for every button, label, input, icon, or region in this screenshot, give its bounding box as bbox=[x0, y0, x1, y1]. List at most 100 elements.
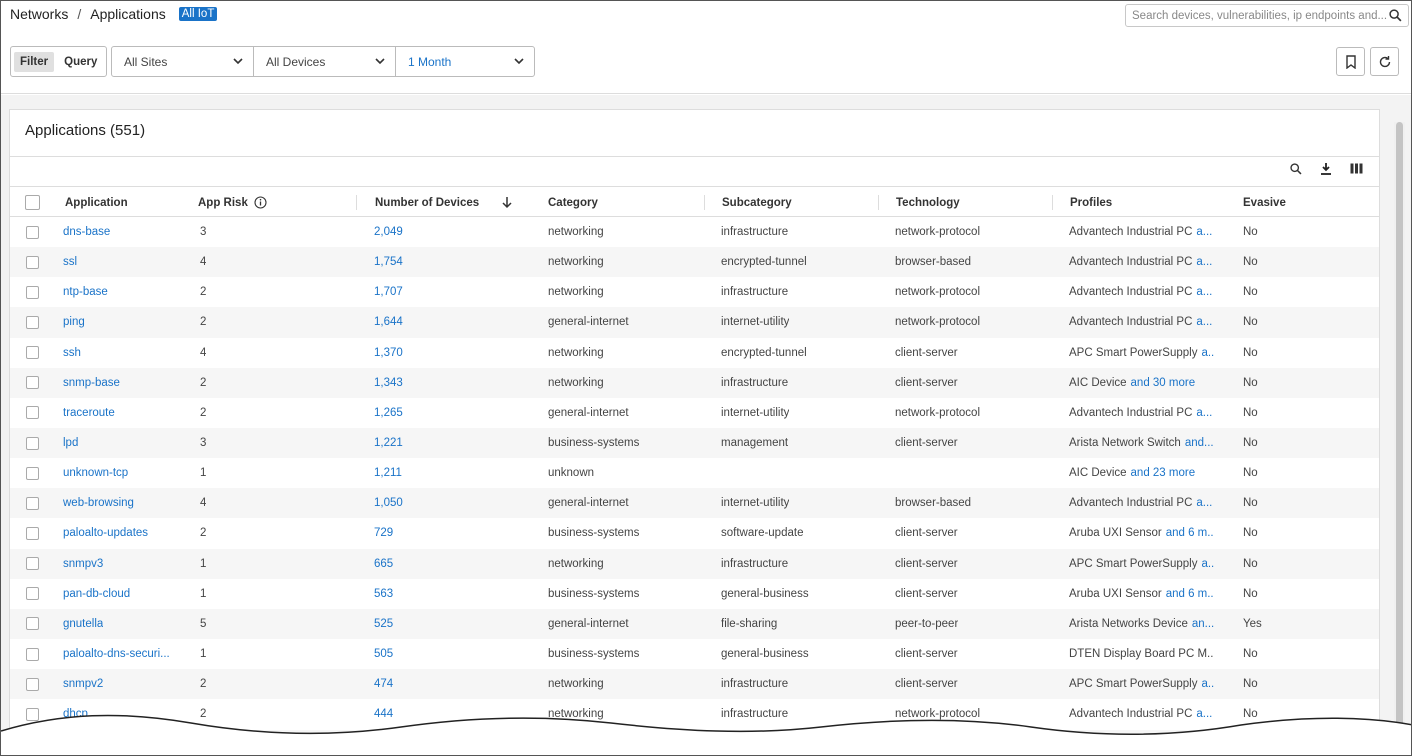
scrollbar-thumb[interactable] bbox=[1396, 122, 1403, 732]
profile-more-link[interactable]: a... bbox=[1201, 347, 1214, 359]
search-icon[interactable] bbox=[1290, 162, 1302, 175]
app-name[interactable]: unknown-tcp bbox=[63, 458, 128, 488]
search-input[interactable] bbox=[1132, 9, 1389, 22]
device-count[interactable]: 1,221 bbox=[374, 428, 403, 458]
info-icon[interactable] bbox=[254, 196, 267, 209]
devices-select[interactable]: All Devices bbox=[254, 47, 396, 76]
device-count[interactable]: 563 bbox=[374, 579, 393, 609]
period-select[interactable]: 1 Month bbox=[396, 47, 534, 76]
app-name[interactable]: paloalto-dns-securi... bbox=[63, 639, 170, 669]
columns-icon[interactable] bbox=[1350, 163, 1363, 174]
col-number-of-devices[interactable]: Number of Devices bbox=[375, 187, 479, 218]
profile-more-link[interactable]: a... bbox=[1196, 407, 1212, 419]
table-row[interactable]: web-browsing 4 1,050 general-internet intern… bbox=[10, 488, 1379, 519]
profile-more-link[interactable]: a... bbox=[1201, 678, 1214, 690]
profile-more-link[interactable]: a... bbox=[1196, 316, 1212, 328]
app-name[interactable]: ntp-base bbox=[63, 277, 108, 307]
table-row[interactable]: ssl 4 1,754 networking encrypted-tunnel brows… bbox=[10, 247, 1379, 278]
scope-tag[interactable]: All IoT bbox=[178, 7, 218, 21]
profile-more-link[interactable]: an... bbox=[1192, 618, 1214, 630]
app-name[interactable]: dns-base bbox=[63, 217, 110, 247]
table-row[interactable]: lpd 3 1,221 business-systems management clien… bbox=[10, 427, 1379, 459]
table-row[interactable]: ping 2 1,644 general-internet internet-utili… bbox=[10, 307, 1379, 338]
sort-down-icon[interactable] bbox=[501, 187, 513, 218]
profile-more-link[interactable]: a... bbox=[1201, 558, 1214, 570]
row-checkbox[interactable] bbox=[26, 368, 39, 398]
col-subcategory[interactable]: Subcategory bbox=[722, 187, 792, 218]
col-category[interactable]: Category bbox=[548, 187, 598, 218]
device-count[interactable]: 2,049 bbox=[374, 217, 403, 247]
table-row[interactable]: traceroute 2 1,265 general-internet internet… bbox=[10, 398, 1379, 428]
col-technology[interactable]: Technology bbox=[896, 187, 960, 218]
table-row[interactable]: pan-db-cloud 1 563 business-systems general-… bbox=[10, 579, 1379, 609]
row-checkbox[interactable] bbox=[26, 247, 39, 277]
row-checkbox[interactable] bbox=[26, 307, 39, 337]
device-count[interactable]: 729 bbox=[374, 518, 393, 548]
table-row[interactable]: ssh 4 1,370 networking encrypted-tunnel clien… bbox=[10, 338, 1379, 368]
row-checkbox[interactable] bbox=[26, 277, 39, 307]
row-checkbox[interactable] bbox=[26, 579, 39, 609]
device-count[interactable]: 505 bbox=[374, 639, 393, 669]
profile-more-link[interactable]: a... bbox=[1196, 497, 1212, 509]
table-row[interactable]: unknown-tcp 1 1,211 unknown No AIC Device and … bbox=[10, 458, 1379, 488]
row-checkbox[interactable] bbox=[26, 488, 39, 518]
app-name[interactable]: web-browsing bbox=[63, 488, 134, 518]
search-icon[interactable] bbox=[1389, 9, 1402, 22]
app-name[interactable]: ssh bbox=[63, 338, 81, 368]
row-checkbox[interactable] bbox=[26, 338, 39, 368]
profile-more-link[interactable]: a... bbox=[1196, 226, 1212, 238]
device-count[interactable]: 525 bbox=[374, 609, 393, 639]
row-checkbox[interactable] bbox=[26, 518, 39, 548]
table-row[interactable]: snmp-base 2 1,343 networking infrastructure c… bbox=[10, 367, 1379, 398]
app-name[interactable]: gnutella bbox=[63, 609, 103, 639]
profile-more-link[interactable]: and... bbox=[1185, 437, 1214, 449]
breadcrumb-networks[interactable]: Networks bbox=[10, 6, 68, 22]
app-name[interactable]: ssl bbox=[63, 247, 77, 277]
table-row[interactable]: gnutella 5 525 general-internet file-sharing… bbox=[10, 608, 1379, 639]
app-name[interactable]: snmp-base bbox=[63, 368, 120, 398]
app-name[interactable]: pan-db-cloud bbox=[63, 579, 130, 609]
profile-more-link[interactable]: and 30 more bbox=[1131, 377, 1196, 389]
device-count[interactable]: 1,754 bbox=[374, 247, 403, 277]
select-all-checkbox[interactable] bbox=[25, 187, 40, 218]
app-name[interactable]: lpd bbox=[63, 428, 78, 458]
col-app-risk[interactable]: App Risk bbox=[198, 187, 267, 218]
profile-more-link[interactable]: and 6 m... bbox=[1166, 588, 1214, 600]
app-name[interactable]: snmpv3 bbox=[63, 549, 103, 579]
bookmark-button[interactable] bbox=[1336, 47, 1365, 76]
table-row[interactable]: dns-base 3 2,049 networking infrastructure ne… bbox=[10, 217, 1379, 247]
table-row[interactable]: snmpv3 1 665 networking infrastructure client… bbox=[10, 548, 1379, 579]
profile-more-link[interactable]: and 23 more bbox=[1131, 467, 1196, 479]
col-evasive[interactable]: Evasive bbox=[1243, 187, 1286, 218]
profile-more-link[interactable]: and 6 m... bbox=[1166, 527, 1214, 539]
app-name[interactable]: traceroute bbox=[63, 398, 115, 428]
query-button[interactable]: Query bbox=[58, 52, 103, 72]
row-checkbox[interactable] bbox=[26, 549, 39, 579]
row-checkbox[interactable] bbox=[26, 458, 39, 488]
table-row[interactable]: ntp-base 2 1,707 networking infrastructure ne… bbox=[10, 277, 1379, 307]
device-count[interactable]: 1,707 bbox=[374, 277, 403, 307]
col-application[interactable]: Application bbox=[65, 187, 128, 218]
profile-more-link[interactable]: a... bbox=[1196, 256, 1212, 268]
row-checkbox[interactable] bbox=[26, 609, 39, 639]
download-icon[interactable] bbox=[1320, 162, 1332, 175]
table-row[interactable]: paloalto-updates 2 729 business-systems soft… bbox=[10, 518, 1379, 548]
device-count[interactable]: 1,050 bbox=[374, 488, 403, 518]
sites-select[interactable]: All Sites bbox=[112, 47, 254, 76]
app-name[interactable]: ping bbox=[63, 307, 85, 337]
filter-button[interactable]: Filter bbox=[14, 51, 55, 72]
device-count[interactable]: 1,211 bbox=[374, 458, 402, 488]
device-count[interactable]: 1,370 bbox=[374, 338, 403, 368]
row-checkbox[interactable] bbox=[26, 217, 39, 247]
vertical-scrollbar[interactable] bbox=[1394, 122, 1405, 755]
device-count[interactable]: 665 bbox=[374, 549, 393, 579]
refresh-button[interactable] bbox=[1370, 47, 1399, 76]
app-name[interactable]: paloalto-updates bbox=[63, 518, 148, 548]
table-row[interactable]: paloalto-dns-securi... 1 505 business-syste… bbox=[10, 639, 1379, 669]
row-checkbox[interactable] bbox=[26, 398, 39, 428]
row-checkbox[interactable] bbox=[26, 428, 39, 458]
device-count[interactable]: 1,265 bbox=[374, 398, 403, 428]
col-profiles[interactable]: Profiles bbox=[1070, 187, 1112, 218]
row-checkbox[interactable] bbox=[26, 639, 39, 669]
device-count[interactable]: 1,343 bbox=[374, 368, 403, 398]
